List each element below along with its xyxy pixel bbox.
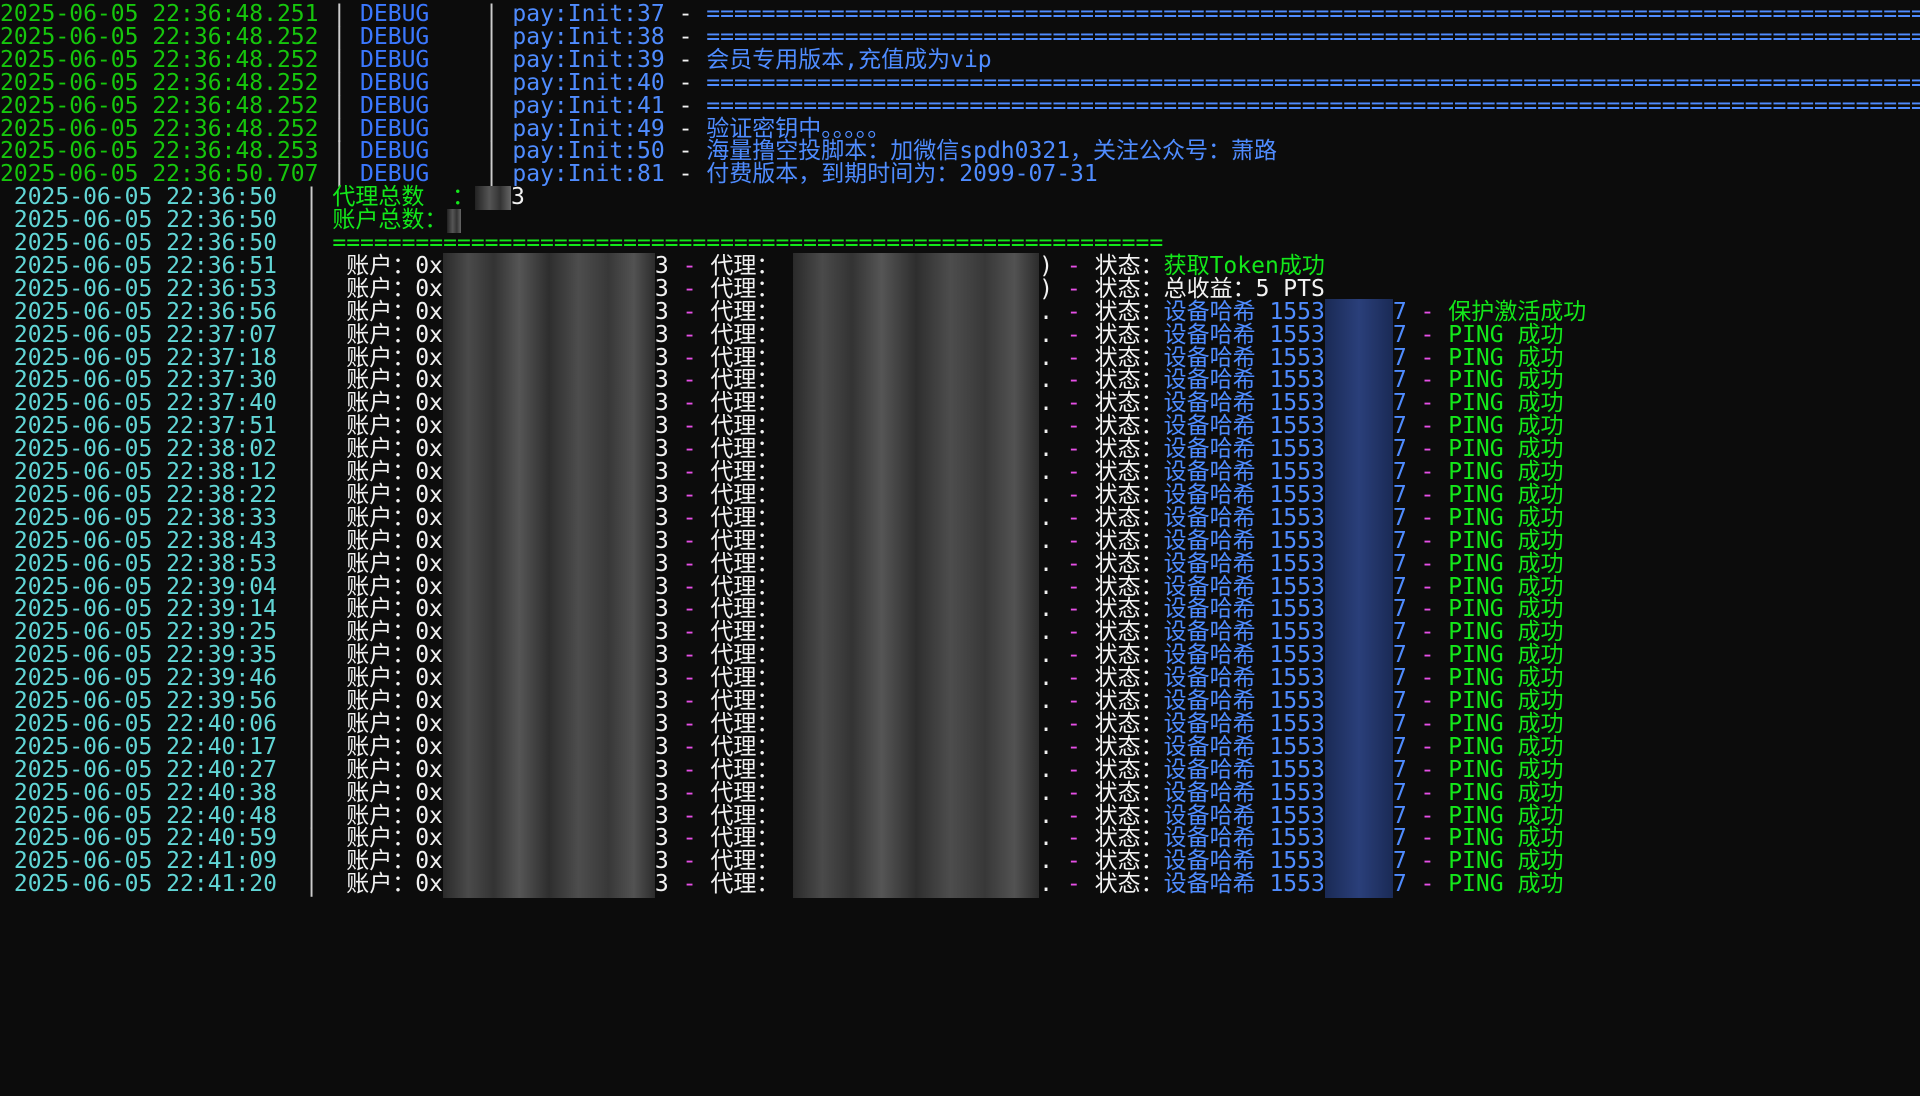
redacted-block	[793, 871, 1040, 898]
terminal-window[interactable]: 2025-06-05 22:36:48.251 | DEBUG | pay:In…	[0, 0, 1920, 1096]
separator: |	[276, 871, 347, 898]
proxy-label: 代理：	[710, 871, 780, 898]
hash-suffix: 7	[1392, 871, 1407, 898]
account-label: 账户：	[346, 871, 416, 898]
separator: -	[1406, 871, 1449, 898]
status-label: 状态：	[1094, 871, 1164, 898]
account-suffix: 3	[654, 871, 669, 898]
proxy-end: .	[1039, 871, 1054, 898]
redacted-block	[442, 871, 655, 898]
separator: -	[668, 871, 711, 898]
separator: -	[1053, 871, 1095, 898]
log-timestamp: 2025-06-05 22:41:20	[0, 871, 277, 898]
status-result: PING 成功	[1448, 871, 1564, 898]
device-hash-label: 设备哈希	[1163, 871, 1270, 898]
hash-prefix: 1553	[1269, 871, 1325, 898]
account-log-line: 2025-06-05 22:41:20 | 账户：0x 3 - 代理： . - 状…	[0, 870, 1920, 898]
redacted-block	[1324, 871, 1393, 898]
account-prefix: 0x	[415, 871, 443, 898]
